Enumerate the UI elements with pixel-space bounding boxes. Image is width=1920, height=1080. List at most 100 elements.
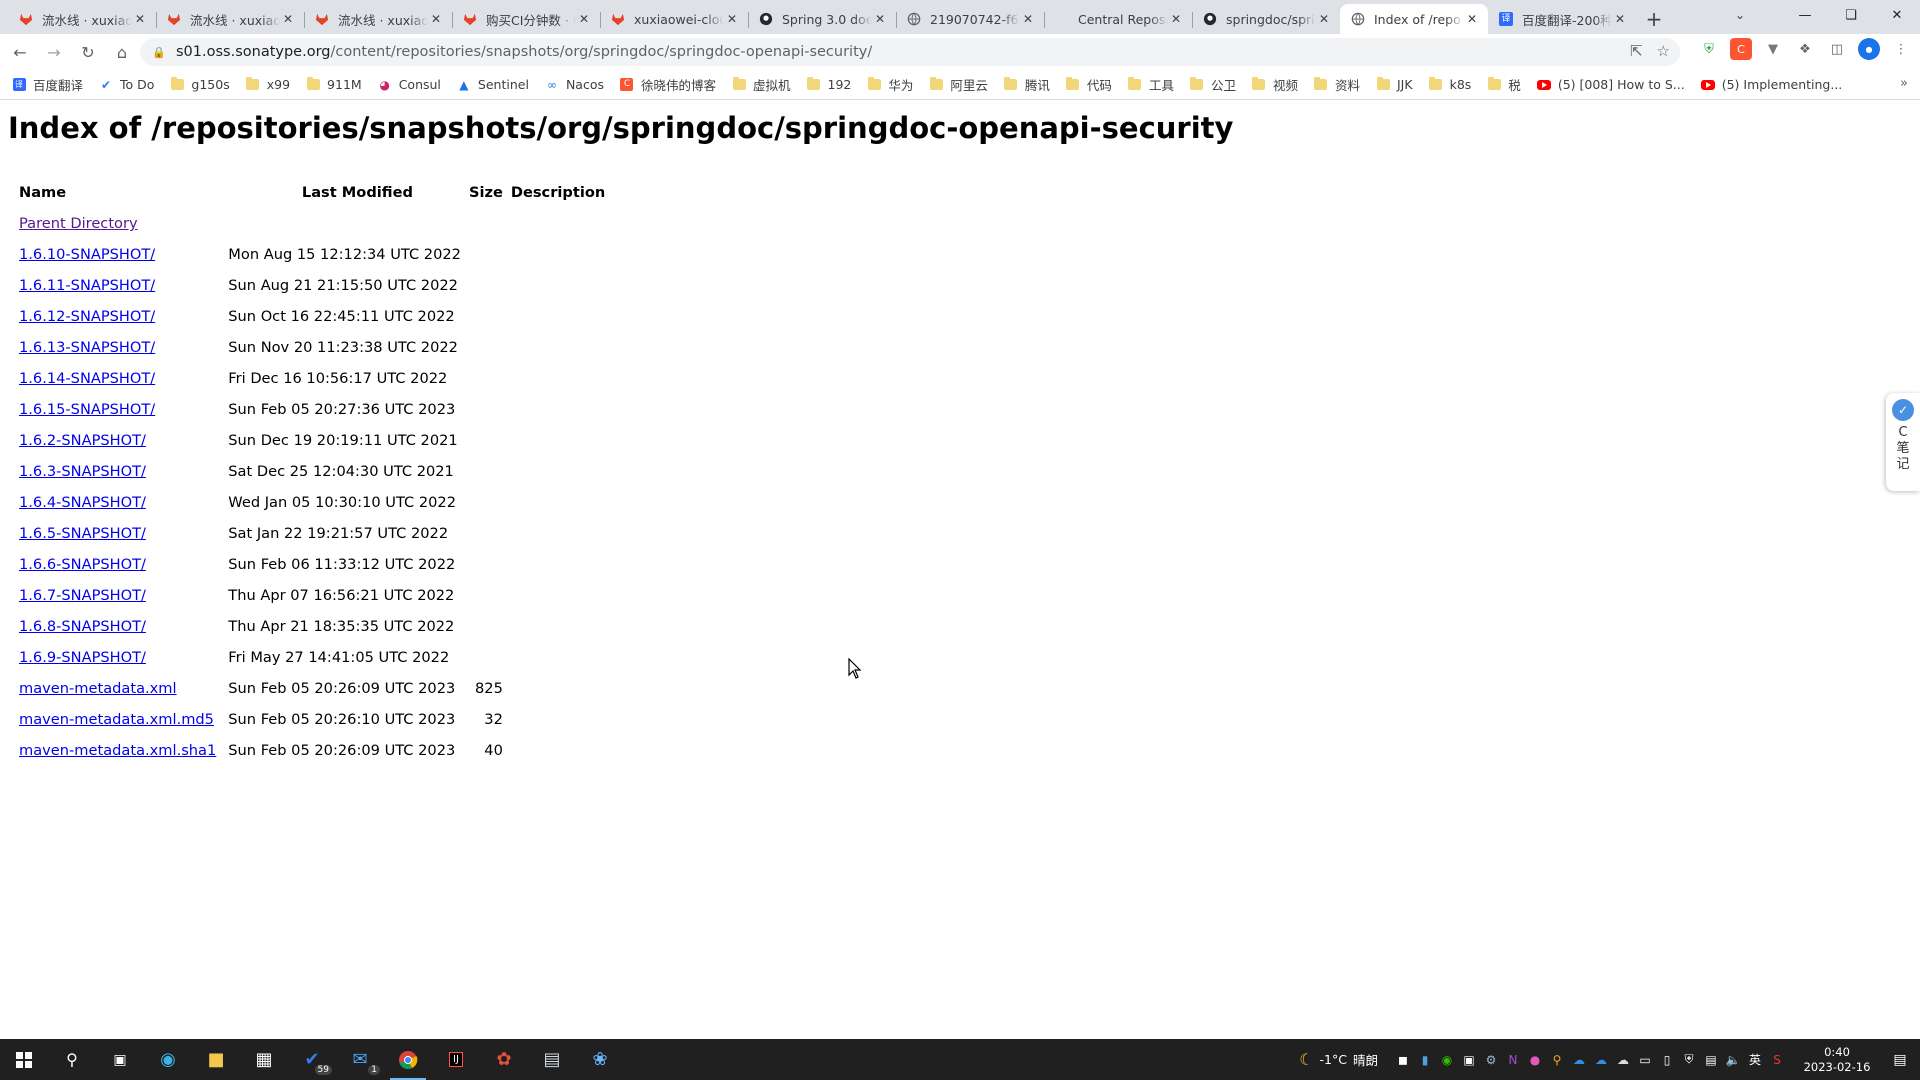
bookmark-folder-2[interactable]: g150s bbox=[170, 77, 230, 92]
puzzle-extensions-icon[interactable]: ❖ bbox=[1794, 38, 1816, 60]
taskbar-search-button[interactable]: ⚲ bbox=[48, 1039, 96, 1080]
address-bar[interactable]: 🔒 s01.oss.sonatype.org/content/repositor… bbox=[140, 38, 1680, 66]
entry-link[interactable]: 1.6.5-SNAPSHOT/ bbox=[19, 525, 146, 542]
bookmark-0[interactable]: 译百度翻译 bbox=[12, 75, 83, 94]
tray-intellij-icon[interactable]: ◼ bbox=[1392, 1039, 1414, 1080]
profile-avatar[interactable]: ● bbox=[1858, 38, 1880, 60]
home-button[interactable]: ⌂ bbox=[108, 38, 136, 66]
tab-7[interactable]: Central Reposi ✕ bbox=[1044, 4, 1192, 34]
bookmark-folder-19[interactable]: JJK bbox=[1376, 77, 1413, 92]
taskbar-file-explorer[interactable]: ■ bbox=[192, 1039, 240, 1080]
minimize-button[interactable]: — bbox=[1782, 0, 1828, 30]
tab-close-button[interactable]: ✕ bbox=[428, 12, 444, 26]
tray-usb-icon[interactable]: ▭ bbox=[1634, 1039, 1656, 1080]
tray-steam-icon[interactable]: ⚙ bbox=[1480, 1039, 1502, 1080]
share-icon[interactable]: ⇱ bbox=[1630, 42, 1643, 60]
tray-security-icon[interactable]: ⛨ bbox=[1678, 1039, 1700, 1080]
restore-button[interactable]: ❏ bbox=[1828, 0, 1874, 30]
bookmark-folder-10[interactable]: 192 bbox=[807, 77, 851, 92]
entry-link[interactable]: 1.6.7-SNAPSHOT/ bbox=[19, 587, 146, 604]
tray-battery-icon[interactable]: ▯ bbox=[1656, 1039, 1678, 1080]
tab-close-button[interactable]: ✕ bbox=[724, 12, 740, 26]
taskbar-remote-desktop[interactable]: ▤ bbox=[528, 1039, 576, 1080]
entry-link[interactable]: 1.6.12-SNAPSHOT/ bbox=[19, 308, 155, 325]
bookmark-folder-15[interactable]: 工具 bbox=[1128, 75, 1174, 94]
bookmark-folder-14[interactable]: 代码 bbox=[1066, 75, 1112, 94]
tab-1[interactable]: 流水线 · xuxiao ✕ bbox=[156, 4, 304, 34]
tab-close-button[interactable]: ✕ bbox=[872, 12, 888, 26]
entry-link[interactable]: 1.6.13-SNAPSHOT/ bbox=[19, 339, 155, 356]
volume-icon[interactable]: 🔈 bbox=[1722, 1039, 1744, 1080]
entry-link[interactable]: 1.6.2-SNAPSHOT/ bbox=[19, 432, 146, 449]
start-button[interactable] bbox=[0, 1039, 48, 1080]
tray-app2-icon[interactable]: ▣ bbox=[1458, 1039, 1480, 1080]
tray-onedrive2-icon[interactable]: ☁ bbox=[1590, 1039, 1612, 1080]
tab-2[interactable]: 流水线 · xuxiao ✕ bbox=[304, 4, 452, 34]
tray-onenote-icon[interactable]: N bbox=[1502, 1039, 1524, 1080]
bookmark-22[interactable]: (5) [008] How to S... bbox=[1536, 77, 1685, 92]
bookmark-7[interactable]: ∞ Nacos bbox=[545, 77, 604, 92]
entry-link[interactable]: maven-metadata.xml bbox=[19, 680, 177, 697]
tab-close-button[interactable]: ✕ bbox=[1316, 12, 1332, 26]
tab-10[interactable]: 译百度翻译-200种 ✕ bbox=[1488, 4, 1636, 34]
bookmark-folder-11[interactable]: 华为 bbox=[867, 75, 913, 94]
tab-3[interactable]: 购买CI分钟数 · G ✕ bbox=[452, 4, 600, 34]
network-icon[interactable]: ▤ bbox=[1700, 1039, 1722, 1080]
tab-close-button[interactable]: ✕ bbox=[280, 12, 296, 26]
tab-8[interactable]: springdoc/spri ✕ bbox=[1192, 4, 1340, 34]
taskbar-todo[interactable]: ✔ 59 bbox=[288, 1039, 336, 1080]
tray-cloud-icon[interactable]: ☁ bbox=[1612, 1039, 1634, 1080]
tab-close-button[interactable]: ✕ bbox=[1020, 12, 1036, 26]
entry-link[interactable]: 1.6.3-SNAPSHOT/ bbox=[19, 463, 146, 480]
tab-4[interactable]: xuxiaowei-clou ✕ bbox=[600, 4, 748, 34]
tab-0[interactable]: 流水线 · xuxiao ✕ bbox=[8, 4, 156, 34]
task-view-button[interactable]: ▣ bbox=[96, 1039, 144, 1080]
weather-widget[interactable]: ☾ -1°C 晴朗 bbox=[1299, 1050, 1378, 1069]
taskbar-clock[interactable]: 0:40 2023-02-16 bbox=[1794, 1045, 1880, 1075]
side-note-widget[interactable]: ✓ C 笔 记 bbox=[1886, 393, 1920, 491]
tray-search-app-icon[interactable]: ⚲ bbox=[1546, 1039, 1568, 1080]
bookmark-5[interactable]: ◕ Consul bbox=[378, 77, 440, 92]
bookmark-folder-16[interactable]: 公卫 bbox=[1190, 75, 1236, 94]
bookmark-folder-21[interactable]: 税 bbox=[1487, 75, 1521, 94]
shield-extension-icon[interactable]: ⛨ bbox=[1698, 38, 1720, 60]
tab-close-button[interactable]: ✕ bbox=[132, 12, 148, 26]
tray-sogou-icon[interactable]: S bbox=[1766, 1039, 1788, 1080]
bookmark-folder-17[interactable]: 视频 bbox=[1252, 75, 1298, 94]
entry-link[interactable]: 1.6.15-SNAPSHOT/ bbox=[19, 401, 155, 418]
reload-button[interactable]: ↻ bbox=[74, 38, 102, 66]
parent-directory-link[interactable]: Parent Directory bbox=[19, 215, 138, 232]
tab-5[interactable]: Spring 3.0 doe ✕ bbox=[748, 4, 896, 34]
bookmark-6[interactable]: ▲ Sentinel bbox=[457, 77, 529, 92]
entry-link[interactable]: 1.6.4-SNAPSHOT/ bbox=[19, 494, 146, 511]
new-tab-button[interactable]: + bbox=[1640, 4, 1668, 34]
tab-9[interactable]: Index of /repo ✕ bbox=[1340, 4, 1488, 34]
entry-link[interactable]: 1.6.6-SNAPSHOT/ bbox=[19, 556, 146, 573]
tab-close-button[interactable]: ✕ bbox=[1464, 12, 1480, 26]
menu-kebab-icon[interactable]: ⋮ bbox=[1890, 38, 1912, 60]
tab-close-button[interactable]: ✕ bbox=[1168, 12, 1184, 26]
bookmark-23[interactable]: (5) Implementing... bbox=[1700, 77, 1842, 92]
tab-close-button[interactable]: ✕ bbox=[576, 12, 592, 26]
bookmark-8[interactable]: C 徐晓伟的博客 bbox=[620, 75, 716, 94]
taskbar-store[interactable]: ▦ bbox=[240, 1039, 288, 1080]
bookmark-folder-9[interactable]: 虚拟机 bbox=[732, 75, 791, 94]
taskbar-chrome[interactable] bbox=[384, 1039, 432, 1080]
tab-6[interactable]: 219070742-f6f ✕ bbox=[896, 4, 1044, 34]
entry-link[interactable]: 1.6.10-SNAPSHOT/ bbox=[19, 246, 155, 263]
entry-link[interactable]: 1.6.11-SNAPSHOT/ bbox=[19, 277, 155, 294]
entry-link[interactable]: maven-metadata.xml.sha1 bbox=[19, 742, 216, 759]
taskbar-mail[interactable]: ✉ 1 bbox=[336, 1039, 384, 1080]
bookmark-folder-18[interactable]: 资料 bbox=[1314, 75, 1360, 94]
csdn-extension-icon[interactable]: C bbox=[1730, 38, 1752, 60]
taskbar-edge[interactable]: ◉ bbox=[144, 1039, 192, 1080]
entry-link[interactable]: 1.6.9-SNAPSHOT/ bbox=[19, 649, 146, 666]
entry-link[interactable]: maven-metadata.xml.md5 bbox=[19, 711, 214, 728]
bookmark-folder-12[interactable]: 阿里云 bbox=[929, 75, 988, 94]
bookmark-folder-4[interactable]: 911M bbox=[306, 77, 362, 92]
tray-onedrive-icon[interactable]: ☁ bbox=[1568, 1039, 1590, 1080]
side-panel-icon[interactable]: ◫ bbox=[1826, 38, 1848, 60]
tab-search-button[interactable]: ⌄ bbox=[1720, 0, 1760, 30]
bookmark-folder-20[interactable]: k8s bbox=[1429, 77, 1471, 92]
entry-link[interactable]: 1.6.14-SNAPSHOT/ bbox=[19, 370, 155, 387]
